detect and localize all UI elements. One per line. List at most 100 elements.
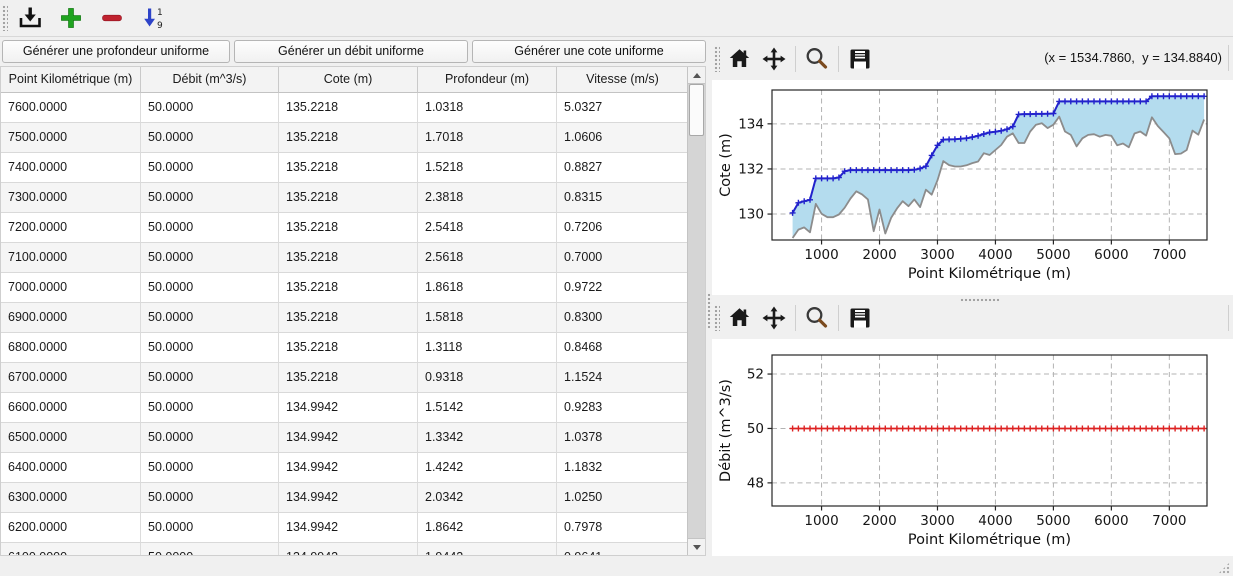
table-cell[interactable]: 135.2218 — [279, 183, 418, 213]
table-cell[interactable]: 1.1832 — [557, 453, 689, 483]
table-cell[interactable]: 50.0000 — [141, 423, 279, 453]
table-cell[interactable]: 7000.0000 — [1, 273, 141, 303]
table-cell[interactable]: 50.0000 — [141, 243, 279, 273]
table-vertical-scrollbar[interactable] — [687, 67, 705, 555]
table-cell[interactable]: 1.3118 — [418, 333, 557, 363]
table-cell[interactable]: 1.7018 — [418, 123, 557, 153]
table-cell[interactable]: 134.9942 — [279, 393, 418, 423]
table-cell[interactable]: 50.0000 — [141, 363, 279, 393]
table-cell[interactable]: 134.9942 — [279, 513, 418, 543]
window-resize-grip[interactable] — [1218, 562, 1230, 574]
pan-button[interactable] — [760, 45, 788, 73]
home-button[interactable] — [726, 304, 754, 332]
discharge-chart[interactable]: 1000200030004000500060007000485052Point … — [712, 339, 1233, 558]
table-cell[interactable]: 1.0318 — [418, 93, 557, 123]
table-cell[interactable]: 7300.0000 — [1, 183, 141, 213]
table-cell[interactable]: 50.0000 — [141, 273, 279, 303]
table-cell[interactable]: 134.9942 — [279, 483, 418, 513]
table-cell[interactable]: 0.8300 — [557, 303, 689, 333]
table-cell[interactable]: 135.2218 — [279, 243, 418, 273]
table-cell[interactable]: 135.2218 — [279, 273, 418, 303]
table-cell[interactable]: 50.0000 — [141, 393, 279, 423]
generate-discharge-button[interactable]: Générer un débit uniforme — [234, 40, 468, 63]
table-cell[interactable]: 1.8642 — [418, 513, 557, 543]
import-button[interactable] — [14, 3, 46, 33]
table-cell[interactable]: 50.0000 — [141, 513, 279, 543]
table-cell[interactable]: 7600.0000 — [1, 93, 141, 123]
table-cell[interactable]: 50.0000 — [141, 123, 279, 153]
zoom-button[interactable] — [803, 45, 831, 73]
table-cell[interactable]: 50.0000 — [141, 93, 279, 123]
table-cell[interactable]: 5.0327 — [557, 93, 689, 123]
toolbar-drag-handle[interactable] — [714, 305, 720, 331]
table-cell[interactable]: 1.0250 — [557, 483, 689, 513]
table-cell[interactable]: 2.5618 — [418, 243, 557, 273]
table-cell[interactable]: 1.1524 — [557, 363, 689, 393]
table-cell[interactable]: 0.9318 — [418, 363, 557, 393]
table-cell[interactable]: 6800.0000 — [1, 333, 141, 363]
table-cell[interactable]: 50.0000 — [141, 453, 279, 483]
pan-button[interactable] — [760, 304, 788, 332]
add-row-button[interactable] — [55, 3, 87, 33]
table-cell[interactable]: 135.2218 — [279, 213, 418, 243]
table-cell[interactable]: 135.2218 — [279, 153, 418, 183]
sort-rows-button[interactable]: 1 9 — [137, 3, 169, 33]
water-profile-chart[interactable]: 1000200030004000500060007000130132134Poi… — [712, 80, 1233, 295]
table-cell[interactable]: 135.2218 — [279, 93, 418, 123]
table-cell[interactable]: 0.8827 — [557, 153, 689, 183]
table-cell[interactable]: 2.0342 — [418, 483, 557, 513]
table-cell[interactable]: 6700.0000 — [1, 363, 141, 393]
table-cell[interactable]: 6100.0000 — [1, 543, 141, 556]
home-button[interactable] — [726, 45, 754, 73]
table-cell[interactable]: 1.9442 — [418, 543, 557, 556]
table-cell[interactable]: 2.5418 — [418, 213, 557, 243]
table-cell[interactable]: 0.7978 — [557, 513, 689, 543]
column-header[interactable]: Point Kilométrique (m) — [1, 67, 141, 93]
table-cell[interactable]: 0.7206 — [557, 213, 689, 243]
table-cell[interactable]: 50.0000 — [141, 543, 279, 556]
table-cell[interactable]: 50.0000 — [141, 213, 279, 243]
table-cell[interactable]: 135.2218 — [279, 303, 418, 333]
table-cell[interactable]: 6200.0000 — [1, 513, 141, 543]
scroll-down-button[interactable] — [688, 538, 705, 555]
table-cell[interactable]: 50.0000 — [141, 153, 279, 183]
table-cell[interactable]: 134.9942 — [279, 543, 418, 556]
table-cell[interactable]: 1.3342 — [418, 423, 557, 453]
table-cell[interactable]: 6900.0000 — [1, 303, 141, 333]
table-cell[interactable]: 6600.0000 — [1, 393, 141, 423]
splitter-grip-icon[interactable] — [960, 298, 1000, 303]
save-figure-button[interactable] — [846, 45, 874, 73]
scroll-thumb[interactable] — [689, 84, 704, 136]
table-cell[interactable]: 135.2218 — [279, 123, 418, 153]
table-cell[interactable]: 0.8468 — [557, 333, 689, 363]
table-cell[interactable]: 50.0000 — [141, 333, 279, 363]
table-cell[interactable]: 0.9722 — [557, 273, 689, 303]
table-cell[interactable]: 0.9641 — [557, 543, 689, 556]
column-header[interactable]: Profondeur (m) — [418, 67, 557, 93]
table-cell[interactable]: 0.8315 — [557, 183, 689, 213]
table-cell[interactable]: 0.9283 — [557, 393, 689, 423]
scroll-up-button[interactable] — [688, 67, 705, 84]
table-cell[interactable]: 50.0000 — [141, 483, 279, 513]
generate-level-button[interactable]: Générer une cote uniforme — [472, 40, 706, 63]
table-cell[interactable]: 7200.0000 — [1, 213, 141, 243]
zoom-button[interactable] — [803, 304, 831, 332]
table-cell[interactable]: 135.2218 — [279, 363, 418, 393]
table-cell[interactable]: 6500.0000 — [1, 423, 141, 453]
table-cell[interactable]: 1.4242 — [418, 453, 557, 483]
table-cell[interactable]: 135.2218 — [279, 333, 418, 363]
table-cell[interactable]: 1.5218 — [418, 153, 557, 183]
save-figure-button[interactable] — [846, 304, 874, 332]
table-cell[interactable]: 1.0606 — [557, 123, 689, 153]
table-cell[interactable]: 1.8618 — [418, 273, 557, 303]
table-cell[interactable]: 7100.0000 — [1, 243, 141, 273]
generate-depth-button[interactable]: Générer une profondeur uniforme — [2, 40, 230, 63]
table-cell[interactable]: 6300.0000 — [1, 483, 141, 513]
toolbar-drag-handle[interactable] — [714, 46, 720, 72]
table-cell[interactable]: 1.5818 — [418, 303, 557, 333]
remove-row-button[interactable] — [96, 3, 128, 33]
table-cell[interactable]: 1.5142 — [418, 393, 557, 423]
table-cell[interactable]: 7400.0000 — [1, 153, 141, 183]
table-cell[interactable]: 50.0000 — [141, 303, 279, 333]
table-cell[interactable]: 6400.0000 — [1, 453, 141, 483]
